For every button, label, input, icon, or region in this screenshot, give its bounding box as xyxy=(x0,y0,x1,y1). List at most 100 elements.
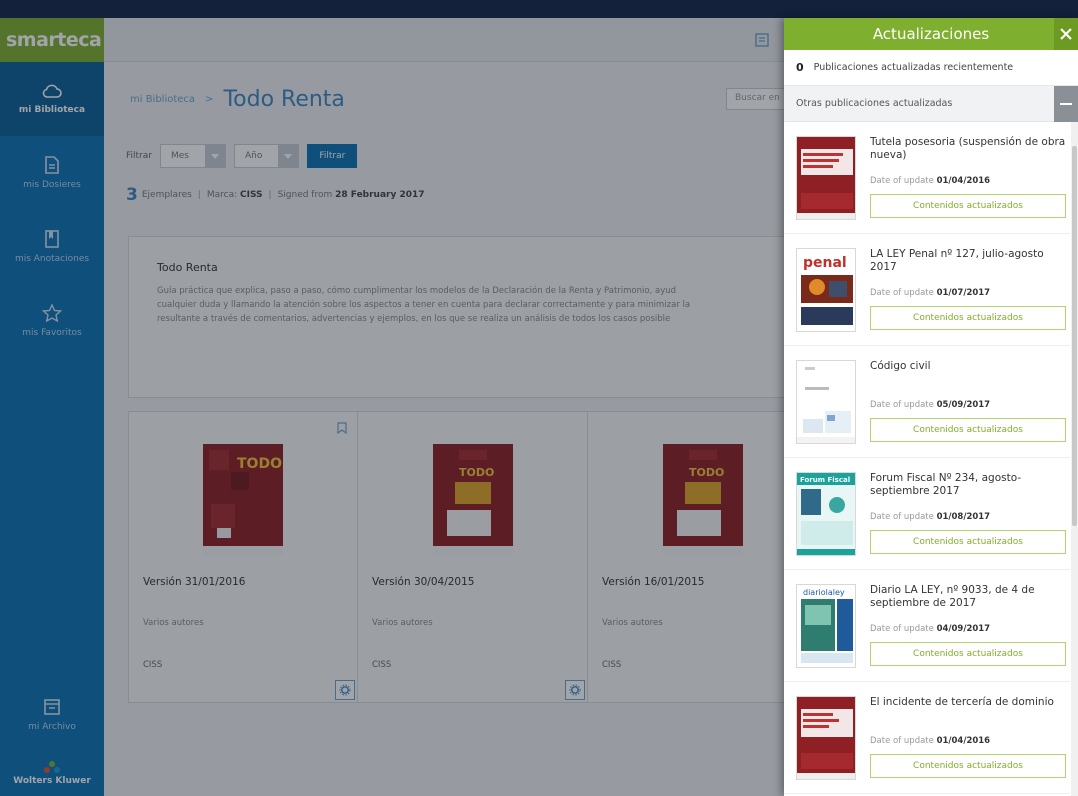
publication-thumbnail[interactable]: Forum Fiscal xyxy=(796,472,856,556)
update-item-date: Date of update 05/09/2017 xyxy=(870,400,1066,410)
update-item-title[interactable]: El incidente de tercería de dominio xyxy=(870,696,1066,726)
version-name[interactable]: Versión 31/01/2016 xyxy=(143,576,343,588)
publication-thumbnail[interactable]: diariolaley xyxy=(796,584,856,668)
publication-thumbnail[interactable] xyxy=(796,360,856,444)
gear-icon xyxy=(339,684,351,696)
version-publisher: CISS xyxy=(372,660,392,670)
close-button[interactable] xyxy=(1054,18,1078,50)
download-icon[interactable] xyxy=(755,33,769,47)
page-title: Todo Renta xyxy=(223,86,345,112)
sidebar-item-mis-anotaciones[interactable]: mis Anotaciones xyxy=(0,210,104,284)
update-item-body: Tutela posesoria (suspensión de obra nue… xyxy=(870,136,1066,233)
update-item: Forum Fiscal Forum Fiscal Nº 234, agosto… xyxy=(784,458,1070,570)
date-value: 01/04/2016 xyxy=(936,176,991,186)
update-item-title[interactable]: Tutela posesoria (suspensión de obra nue… xyxy=(870,136,1066,166)
sidebar-item-label: mi Biblioteca xyxy=(18,105,86,115)
sidebar-item-mis-favoritos[interactable]: mis Favoritos xyxy=(0,284,104,358)
sidebar-item-label: mis Anotaciones xyxy=(14,254,90,264)
brand-value: CISS xyxy=(240,190,263,200)
update-item-date: Date of update 04/09/2017 xyxy=(870,624,1066,634)
smarteca-logo[interactable]: smarteca xyxy=(0,18,104,62)
month-select-value: Mes xyxy=(170,151,189,161)
version-authors: Varios autores xyxy=(143,618,204,628)
version-card[interactable]: TODO Versión 31/01/2016 Varios autores C… xyxy=(128,411,358,703)
book-cover-title: TODO xyxy=(459,466,494,479)
update-item: Código civil Date of update 05/09/2017 C… xyxy=(784,346,1070,458)
wolters-kluwer-logo[interactable]: Wolters Kluwer xyxy=(0,750,104,796)
description-title: Todo Renta xyxy=(157,261,218,274)
version-name[interactable]: Versión 30/04/2015 xyxy=(372,576,573,588)
updates-panel-title: Actualizaciones xyxy=(872,25,990,43)
update-item-title[interactable]: LA LEY Penal nº 127, julio-agosto 2017 xyxy=(870,248,1066,278)
year-select-value: Año xyxy=(244,151,263,161)
version-name[interactable]: Versión 16/01/2015 xyxy=(602,576,803,588)
year-select[interactable]: Año xyxy=(233,144,300,168)
update-item-date: Date of update 01/04/2016 xyxy=(870,736,1066,746)
sidebar-item-mis-dosieres[interactable]: mis Dosieres xyxy=(0,136,104,210)
sidebar-item-mi-archivo[interactable]: mi Archivo xyxy=(0,680,104,750)
publication-thumbnail[interactable] xyxy=(796,696,856,780)
archive-icon xyxy=(44,699,60,715)
update-item: penal LA LEY Penal nº 127, julio-agosto … xyxy=(784,234,1070,346)
date-value: 04/09/2017 xyxy=(936,624,991,634)
recent-updates-count: 0 xyxy=(796,61,804,74)
publication-thumbnail[interactable]: penal xyxy=(796,248,856,332)
month-select[interactable]: Mes xyxy=(159,144,226,168)
update-item-date: Date of update 01/04/2016 xyxy=(870,176,1066,186)
sidebar-item-label: mis Favoritos xyxy=(22,328,82,338)
date-value: 01/04/2016 xyxy=(936,736,991,746)
divider: | xyxy=(197,190,201,200)
bookmark-icon[interactable] xyxy=(337,422,347,434)
update-item-title[interactable]: Diario LA LEY, nº 9033, de 4 de septiemb… xyxy=(870,584,1066,614)
scrollbar-thumb[interactable] xyxy=(1072,146,1077,526)
sidebar-item-mi-biblioteca[interactable]: mi Biblioteca xyxy=(0,62,104,136)
other-updates-row[interactable]: Otras publicaciones actualizadas xyxy=(784,86,1078,122)
updated-contents-button[interactable]: Contenidos actualizados xyxy=(870,418,1066,442)
updated-contents-button[interactable]: Contenidos actualizados xyxy=(870,530,1066,554)
book-cover-title: TODO xyxy=(237,456,282,472)
update-item-title[interactable]: Código civil xyxy=(870,360,1066,390)
description-text: Guía práctica que explica, paso a paso, … xyxy=(157,284,789,326)
date-label: Date of update xyxy=(870,176,934,186)
settings-button[interactable] xyxy=(565,680,585,700)
sidebar: smarteca mi Biblioteca mis Dosieres mis … xyxy=(0,18,104,796)
wolters-kluwer-label: Wolters Kluwer xyxy=(13,776,91,786)
cloud-icon xyxy=(42,84,62,98)
updated-contents-button[interactable]: Contenidos actualizados xyxy=(870,642,1066,666)
updated-contents-button[interactable]: Contenidos actualizados xyxy=(870,754,1066,778)
update-item-body: El incidente de tercería de dominio Date… xyxy=(870,696,1066,793)
description-card: Todo Renta Guía práctica que explica, pa… xyxy=(128,236,818,398)
top-band xyxy=(0,0,1078,18)
filter-label: Filtrar xyxy=(126,151,152,161)
description-line: resultante a través de comentarios, adve… xyxy=(157,314,671,324)
update-item-body: LA LEY Penal nº 127, julio-agosto 2017 D… xyxy=(870,248,1066,345)
book-cover[interactable]: TODO xyxy=(432,444,513,556)
version-authors: Varios autores xyxy=(372,618,433,628)
breadcrumb-parent-link[interactable]: mi Biblioteca xyxy=(130,94,195,105)
book-cover-title: TODO xyxy=(689,466,724,479)
version-publisher: CISS xyxy=(143,660,163,670)
updated-contents-button[interactable]: Contenidos actualizados xyxy=(870,306,1066,330)
update-item: diariolaley Diario LA LEY, nº 9033, de 4… xyxy=(784,570,1070,682)
update-item-title[interactable]: Forum Fiscal Nº 234, agosto-septiembre 2… xyxy=(870,472,1066,502)
filter-button[interactable]: Filtrar xyxy=(307,144,358,168)
book-cover[interactable]: TODO xyxy=(662,444,743,556)
settings-button[interactable] xyxy=(335,680,355,700)
copies-count: 3 xyxy=(126,185,138,205)
version-authors: Varios autores xyxy=(602,618,663,628)
publication-thumbnail[interactable] xyxy=(796,136,856,220)
minus-icon xyxy=(1060,103,1072,105)
book-cover[interactable]: TODO xyxy=(203,444,283,556)
breadcrumb-separator: > xyxy=(205,93,214,105)
other-updates-label: Otras publicaciones actualizadas xyxy=(796,98,953,109)
date-value: 01/08/2017 xyxy=(936,512,991,522)
description-line: Guía práctica que explica, paso a paso, … xyxy=(157,286,677,296)
version-card[interactable]: TODO Versión 30/04/2015 Varios autores C… xyxy=(358,411,588,703)
scrollbar[interactable] xyxy=(1071,122,1078,796)
date-label: Date of update xyxy=(870,512,934,522)
date-label: Date of update xyxy=(870,288,934,298)
collapse-button[interactable] xyxy=(1054,86,1078,122)
updated-contents-button[interactable]: Contenidos actualizados xyxy=(870,194,1066,218)
sidebar-bottom: mi Archivo Wolters Kluwer xyxy=(0,680,104,796)
chevron-down-icon xyxy=(204,145,225,167)
